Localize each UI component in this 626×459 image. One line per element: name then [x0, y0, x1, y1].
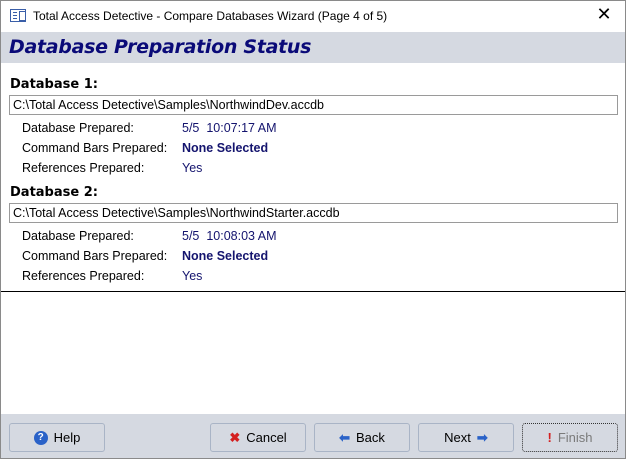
- database-2-heading: Database 2:: [10, 185, 98, 200]
- arrow-right-icon: ➡: [476, 429, 488, 445]
- db2-commandbars-value: None Selected: [182, 249, 269, 263]
- close-icon[interactable]: ✕: [591, 4, 617, 25]
- window-title: Total Access Detective - Compare Databas…: [33, 9, 388, 23]
- db2-references-value: Yes: [182, 269, 203, 283]
- help-label: Help: [53, 430, 81, 445]
- next-button[interactable]: Next ➡: [418, 423, 514, 452]
- app-icon: [10, 9, 26, 22]
- wizard-window: Total Access Detective - Compare Databas…: [0, 0, 626, 459]
- db1-prepared-value: 5/5 10:07:17 AM: [182, 121, 277, 135]
- x-icon: ✖: [229, 429, 241, 445]
- db2-references-label: References Prepared:: [22, 269, 145, 283]
- next-label: Next: [444, 430, 471, 445]
- page-title: Database Preparation Status: [9, 36, 312, 58]
- db2-prepared-label: Database Prepared:: [22, 229, 134, 243]
- button-bar: ? Help ✖ Cancel ⬅ Back Next ➡ ! Finish: [1, 414, 625, 458]
- cancel-button[interactable]: ✖ Cancel: [210, 423, 306, 452]
- help-button[interactable]: ? Help: [9, 423, 105, 452]
- cancel-label: Cancel: [246, 430, 287, 445]
- database-1-heading: Database 1:: [10, 77, 98, 92]
- database-1-path[interactable]: C:\Total Access Detective\Samples\Northw…: [9, 95, 618, 115]
- exclamation-icon: !: [547, 430, 552, 445]
- db1-commandbars-value: None Selected: [182, 141, 269, 155]
- db2-commandbars-label: Command Bars Prepared:: [22, 249, 168, 263]
- database-2-path[interactable]: C:\Total Access Detective\Samples\Northw…: [9, 203, 618, 223]
- back-label: Back: [356, 430, 385, 445]
- title-bar: Total Access Detective - Compare Databas…: [1, 1, 625, 32]
- finish-label: Finish: [557, 430, 593, 445]
- arrow-left-icon: ⬅: [339, 429, 350, 445]
- db2-prepared-value: 5/5 10:08:03 AM: [182, 229, 277, 243]
- back-button[interactable]: ⬅ Back: [314, 423, 410, 452]
- finish-button[interactable]: ! Finish: [522, 423, 618, 452]
- db1-references-value: Yes: [182, 161, 203, 175]
- help-icon: ?: [33, 430, 48, 445]
- db1-commandbars-label: Command Bars Prepared:: [22, 141, 168, 155]
- db1-references-label: References Prepared:: [22, 161, 145, 175]
- page-header: Database Preparation Status: [1, 32, 625, 63]
- divider: [1, 291, 625, 292]
- db1-prepared-label: Database Prepared:: [22, 121, 134, 135]
